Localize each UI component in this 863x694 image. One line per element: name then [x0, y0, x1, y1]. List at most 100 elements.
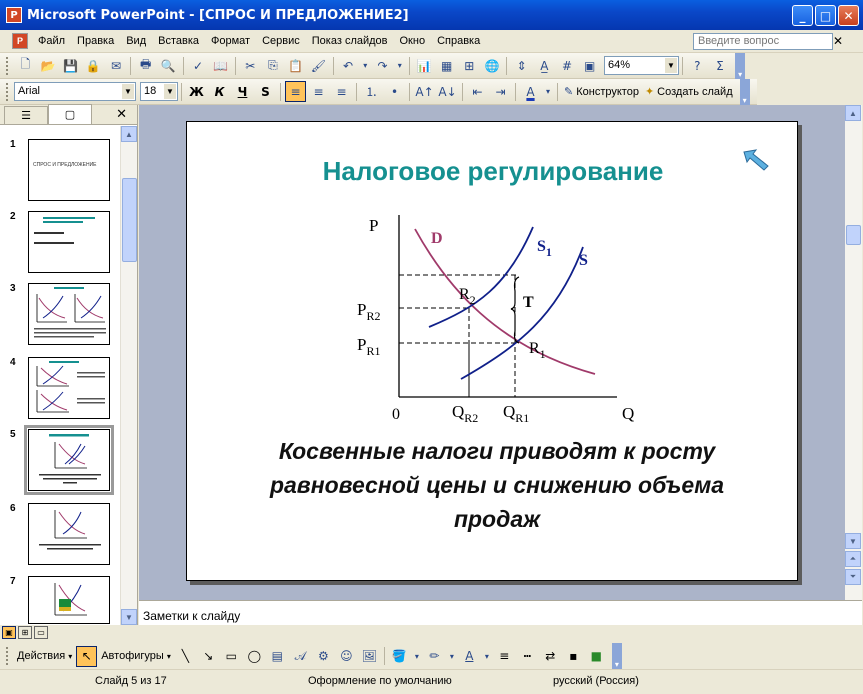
picture-icon[interactable]: 🖼: [359, 646, 380, 667]
print-preview-icon[interactable]: 🔍: [158, 55, 179, 76]
chevron-down-icon[interactable]: ▼: [664, 58, 677, 73]
notes-pane[interactable]: Заметки к слайду: [139, 600, 862, 625]
tab-outline[interactable]: ☰: [4, 106, 48, 124]
textbox-icon[interactable]: ▤: [267, 646, 288, 667]
toolbar-options-icon[interactable]: ▾: [611, 643, 622, 669]
rectangle-icon[interactable]: ▭: [221, 646, 242, 667]
font-select[interactable]: Arial ▼: [14, 82, 136, 101]
slide-thumbnail-selected[interactable]: [24, 425, 114, 495]
insert-table-icon[interactable]: ▦: [436, 55, 457, 76]
slide-sorter-icon[interactable]: ⊞: [18, 626, 32, 639]
toolbar-grip[interactable]: [6, 56, 10, 75]
menu-file[interactable]: Файл: [32, 33, 71, 49]
slideshow-icon[interactable]: ▭: [34, 626, 48, 639]
spelling-icon[interactable]: ✓: [188, 55, 209, 76]
tab-slides[interactable]: ▢: [48, 104, 92, 124]
decrease-font-icon[interactable]: A↓: [437, 81, 458, 102]
toolbar-grip[interactable]: [6, 647, 10, 665]
maximize-button[interactable]: □: [815, 5, 836, 26]
font-color-dropdown-icon[interactable]: ▾: [543, 81, 553, 102]
arrow-icon[interactable]: ↘: [198, 646, 219, 667]
wordart-icon[interactable]: 𝒜: [290, 646, 311, 667]
shadow-button[interactable]: S: [255, 81, 276, 102]
fill-color-icon[interactable]: 🪣: [389, 646, 410, 667]
slide-canvas[interactable]: Налоговое регулирование P Q 0 D S1 S T R…: [186, 121, 798, 581]
scroll-down-icon[interactable]: ▼: [121, 609, 137, 625]
document-icon[interactable]: P: [12, 33, 28, 49]
new-icon[interactable]: 🗋: [15, 55, 36, 76]
menu-slideshow[interactable]: Показ слайдов: [306, 33, 394, 49]
notes-placeholder[interactable]: Заметки к слайду: [143, 609, 240, 623]
expand-all-icon[interactable]: ⇕: [511, 55, 532, 76]
paste-icon[interactable]: 📋: [285, 55, 306, 76]
3d-style-icon[interactable]: ■: [586, 646, 607, 667]
print-icon[interactable]: 🖶: [135, 55, 156, 76]
action-arrow-icon[interactable]: [742, 148, 772, 174]
scrollbar-thumb[interactable]: [846, 225, 861, 245]
cut-icon[interactable]: ✂: [240, 55, 261, 76]
close-icon[interactable]: ✕: [116, 107, 127, 122]
redo-dropdown-icon[interactable]: ▾: [395, 55, 405, 76]
chevron-down-icon[interactable]: ▼: [164, 84, 176, 99]
redo-icon[interactable]: ↷: [372, 55, 393, 76]
clipart-icon[interactable]: ☺: [336, 646, 357, 667]
scroll-up-icon[interactable]: ▲: [845, 105, 861, 121]
undo-dropdown-icon[interactable]: ▾: [360, 55, 370, 76]
arrow-style-icon[interactable]: ⇄: [540, 646, 561, 667]
menu-edit[interactable]: Правка: [71, 33, 120, 49]
scroll-down-icon[interactable]: ▼: [845, 533, 861, 549]
chevron-down-icon[interactable]: ▼: [122, 84, 134, 99]
dash-style-icon[interactable]: ┅: [517, 646, 538, 667]
new-slide-button[interactable]: ✦ Создать слайд: [642, 85, 736, 98]
numbering-icon[interactable]: ⒈: [361, 81, 382, 102]
slide-scrollbar[interactable]: ▲ ▼ ⏶ ⏷: [845, 105, 862, 600]
slide-thumbnail[interactable]: [28, 211, 110, 273]
scrollbar-thumb[interactable]: [122, 178, 137, 262]
show-formatting-icon[interactable]: A̲: [534, 55, 555, 76]
line-style-icon[interactable]: ≡: [494, 646, 515, 667]
menu-help[interactable]: Справка: [431, 33, 486, 49]
list-item[interactable]: 4: [0, 357, 120, 423]
zoom-select[interactable]: 64% ▼: [604, 56, 679, 75]
toolbar-options-icon[interactable]: ▾: [739, 78, 750, 105]
menu-window[interactable]: Окно: [394, 33, 432, 49]
toolbar-grip[interactable]: [6, 82, 10, 101]
format-painter-icon[interactable]: 🖌: [308, 55, 329, 76]
list-item[interactable]: 5: [0, 425, 120, 495]
slides-scrollbar[interactable]: ▲ ▼: [120, 126, 137, 625]
slide-thumbnail[interactable]: [28, 576, 110, 624]
close-button[interactable]: ✕: [838, 5, 859, 26]
save-icon[interactable]: 💾: [60, 55, 81, 76]
underline-button[interactable]: Ч: [232, 81, 253, 102]
permission-icon[interactable]: 🔒: [83, 55, 104, 76]
research-icon[interactable]: 📖: [210, 55, 231, 76]
shadow-style-icon[interactable]: ▪: [563, 646, 584, 667]
toolbar-options-icon[interactable]: ▾: [735, 52, 746, 79]
list-item[interactable]: 1 СПРОС И ПРЕДЛОЖЕНИЕ: [0, 139, 120, 205]
line-icon[interactable]: ╲: [175, 646, 196, 667]
next-slide-icon[interactable]: ⏷: [845, 569, 861, 585]
diagram-icon[interactable]: ⚙: [313, 646, 334, 667]
draw-font-color-icon[interactable]: A: [459, 646, 480, 667]
show-grid-icon[interactable]: #: [557, 55, 578, 76]
draw-actions-button[interactable]: Действия ▾: [14, 650, 75, 662]
align-left-icon[interactable]: ≡: [285, 81, 306, 102]
undo-icon[interactable]: ↶: [338, 55, 359, 76]
list-item[interactable]: 6: [0, 503, 120, 569]
tables-borders-icon[interactable]: ⊞: [459, 55, 480, 76]
menu-insert[interactable]: Вставка: [152, 33, 205, 49]
increase-font-icon[interactable]: A↑: [414, 81, 435, 102]
fill-color-dropdown-icon[interactable]: ▾: [412, 646, 422, 667]
select-objects-icon[interactable]: ↖: [76, 645, 98, 667]
minimize-button[interactable]: _: [792, 5, 813, 26]
close-document-icon[interactable]: ✕: [833, 34, 843, 48]
email-icon[interactable]: ✉: [106, 55, 127, 76]
sigma-icon[interactable]: Σ: [710, 55, 731, 76]
normal-view-icon[interactable]: ▣: [2, 626, 16, 639]
menu-tools[interactable]: Сервис: [256, 33, 306, 49]
bold-button[interactable]: Ж: [186, 81, 207, 102]
menu-view[interactable]: Вид: [120, 33, 152, 49]
help-icon[interactable]: ?: [687, 55, 708, 76]
autoshapes-button[interactable]: Автофигуры ▾: [98, 650, 174, 662]
line-color-dropdown-icon[interactable]: ▾: [447, 646, 457, 667]
